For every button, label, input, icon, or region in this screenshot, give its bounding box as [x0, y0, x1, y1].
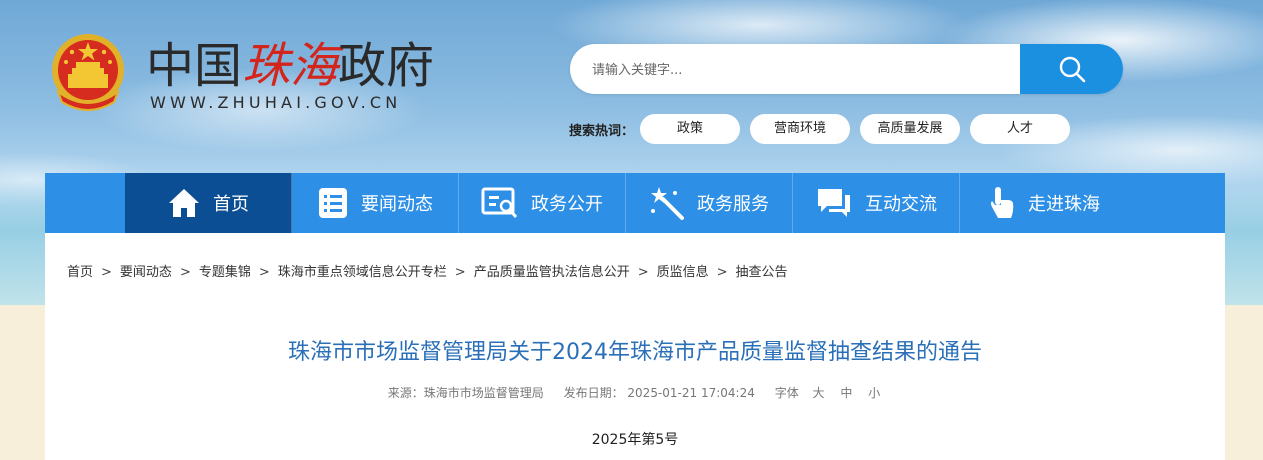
- search-button[interactable]: [1020, 44, 1123, 94]
- breadcrumb-separator: >: [179, 265, 191, 280]
- article-date: 发布日期： 2025-01-21 17:04:24: [563, 386, 755, 400]
- font-size-medium-button[interactable]: 中: [840, 386, 852, 400]
- nav-item-label: 走进珠海: [1028, 194, 1100, 215]
- logo-prefix: 中国: [146, 38, 243, 94]
- pointer-hand-icon: [991, 187, 1014, 218]
- list-icon: [319, 188, 347, 218]
- nav-item-about-zhuhai[interactable]: 走进珠海: [960, 173, 1126, 233]
- breadcrumb-separator: >: [716, 265, 728, 280]
- breadcrumb-separator: >: [637, 265, 649, 280]
- magic-wand-icon: [651, 187, 684, 220]
- breadcrumb-link-key-areas[interactable]: 珠海市重点领域信息公开专栏: [278, 265, 447, 280]
- logo-highlight: 珠海: [242, 38, 339, 94]
- document-search-icon: [481, 187, 518, 218]
- chat-icon: [818, 189, 850, 217]
- article-meta: 来源：珠海市市场监督管理局 发布日期： 2025-01-21 17:04:24 …: [45, 384, 1225, 401]
- search-bar: [570, 44, 1123, 94]
- nav-item-news[interactable]: 要闻动态: [292, 173, 459, 233]
- nav-item-label: 首页: [213, 194, 249, 215]
- nav-item-label: 政务公开: [531, 194, 603, 215]
- nav-item-government-affairs[interactable]: 政务公开: [459, 173, 626, 233]
- hot-tag-talent[interactable]: 人才: [970, 114, 1070, 144]
- national-emblem-icon: [50, 32, 126, 112]
- breadcrumb-separator: >: [101, 265, 112, 280]
- breadcrumb-link-quality-enforcement[interactable]: 产品质量监管执法信息公开: [474, 265, 630, 280]
- nav-item-label: 要闻动态: [361, 194, 433, 215]
- site-url: WWW.ZHUHAI.GOV.CN: [150, 93, 402, 112]
- nav-item-interaction[interactable]: 互动交流: [793, 173, 960, 233]
- breadcrumb-link-topics[interactable]: 专题集锦: [199, 265, 251, 280]
- nav-item-home[interactable]: 首页: [125, 173, 292, 233]
- font-size-label: 字体: [774, 386, 799, 400]
- nav-item-government-services[interactable]: 政务服务: [626, 173, 793, 233]
- breadcrumb-link-news[interactable]: 要闻动态: [120, 265, 172, 280]
- nav-item-label: 政务服务: [697, 194, 769, 215]
- breadcrumb-separator: >: [454, 265, 466, 280]
- breadcrumb-link-quality-info[interactable]: 质监信息: [657, 265, 709, 280]
- hot-tag-policy[interactable]: 政策: [640, 114, 740, 144]
- breadcrumb-separator: >: [258, 265, 270, 280]
- site-logo-title[interactable]: 中国珠海政府: [146, 38, 434, 94]
- nav-item-label: 互动交流: [865, 194, 937, 215]
- search-icon: [1059, 56, 1085, 83]
- breadcrumb-link-spot-check[interactable]: 抽查公告: [736, 265, 788, 280]
- search-input[interactable]: [570, 44, 1044, 94]
- article-source: 来源：珠海市市场监督管理局: [387, 386, 544, 400]
- document-number: 2025年第5号: [591, 432, 679, 448]
- logo-suffix: 政府: [338, 38, 435, 94]
- home-icon: [169, 189, 199, 217]
- content-panel: 首页 > 要闻动态 > 专题集锦 > 珠海市重点领域信息公开专栏 > 产品质量监管执法信息公开 >…: [45, 233, 1225, 460]
- font-size-large-button[interactable]: 大: [813, 386, 825, 400]
- hot-tag-quality-development[interactable]: 高质量发展: [860, 114, 960, 144]
- font-size-small-button[interactable]: 小: [868, 386, 880, 400]
- hot-search-label: 搜索热词：: [569, 124, 635, 139]
- breadcrumb-link-home[interactable]: 首页: [67, 265, 93, 280]
- hot-tag-business-environment[interactable]: 营商环境: [750, 114, 850, 144]
- article-title: 珠海市市场监督管理局关于2024年珠海市产品质量监督抽查结果的通告: [288, 340, 982, 365]
- breadcrumb: 首页 > 要闻动态 > 专题集锦 > 珠海市重点领域信息公开专栏 > 产品质量监管执法信息公开 >…: [67, 261, 788, 280]
- main-nav: 首页 要闻动态 政务公开 政务服务 互动交流 走进珠海: [45, 173, 1225, 233]
